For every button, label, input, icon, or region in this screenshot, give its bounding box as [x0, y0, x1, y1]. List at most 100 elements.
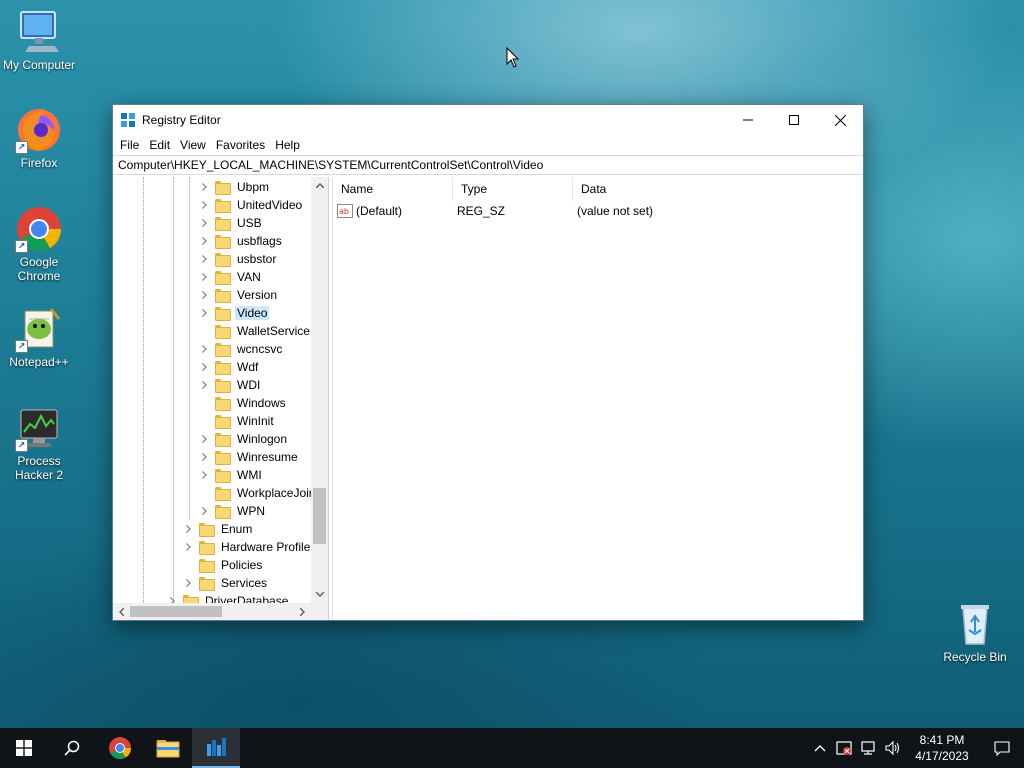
chevron-right-icon[interactable]: [199, 304, 209, 322]
menu-edit[interactable]: Edit: [144, 138, 175, 152]
tree-item[interactable]: Policies: [183, 556, 264, 574]
chevron-right-icon[interactable]: [199, 178, 209, 196]
tree-vertical-scrollbar[interactable]: [311, 177, 328, 603]
chevron-right-icon[interactable]: [199, 196, 209, 214]
tree-item[interactable]: Services: [183, 574, 269, 592]
taskbar: 8:41 PM 4/17/2023: [0, 728, 1024, 768]
registry-editor-icon: [207, 738, 226, 756]
taskbar-chrome-button[interactable]: [96, 728, 144, 768]
tree-item[interactable]: Enum: [183, 520, 254, 538]
desktop-icon-recycle-bin[interactable]: Recycle Bin: [936, 600, 1014, 664]
registry-editor-window[interactable]: Registry Editor File Edit View Favorites…: [112, 104, 864, 621]
clock[interactable]: 8:41 PM 4/17/2023: [904, 732, 980, 764]
tree-item[interactable]: WPN: [199, 502, 267, 520]
taskbar-file-explorer-button[interactable]: [144, 728, 192, 768]
tree-item[interactable]: WalletService: [199, 322, 311, 340]
security-status-button[interactable]: [832, 728, 856, 768]
chevron-right-icon[interactable]: [199, 448, 209, 466]
chevron-right-icon[interactable]: [199, 268, 209, 286]
tree-item[interactable]: usbstor: [199, 250, 278, 268]
scroll-left-icon[interactable]: [113, 603, 130, 620]
chevron-right-icon[interactable]: [183, 538, 193, 556]
title-bar[interactable]: Registry Editor: [113, 105, 863, 135]
scroll-up-icon[interactable]: [311, 177, 328, 194]
clock-date: 4/17/2023: [915, 749, 969, 763]
tree-item[interactable]: Winresume: [199, 448, 300, 466]
maximize-button[interactable]: [771, 105, 817, 135]
menu-bar: File Edit View Favorites Help: [113, 135, 863, 155]
chevron-right-icon[interactable]: [167, 592, 177, 603]
tree-item[interactable]: Winlogon: [199, 430, 289, 448]
address-bar[interactable]: Computer\HKEY_LOCAL_MACHINE\SYSTEM\Curre…: [113, 155, 863, 175]
desktop-icon-my-computer[interactable]: My Computer: [0, 8, 78, 72]
tree-item[interactable]: USB: [199, 214, 264, 232]
scroll-down-icon[interactable]: [311, 586, 328, 603]
search-button[interactable]: [48, 728, 96, 768]
desktop-icon-firefox[interactable]: ↗ Firefox: [0, 106, 78, 170]
chevron-right-icon[interactable]: [199, 358, 209, 376]
chevron-right-icon[interactable]: [199, 214, 209, 232]
tree-item[interactable]: usbflags: [199, 232, 284, 250]
chevron-right-icon[interactable]: [199, 376, 209, 394]
folder-icon: [215, 505, 231, 519]
tree-horizontal-scrollbar[interactable]: [113, 603, 311, 620]
action-center-button[interactable]: [980, 728, 1024, 768]
start-button[interactable]: [0, 728, 48, 768]
scroll-right-icon[interactable]: [294, 603, 311, 620]
chevron-right-icon[interactable]: [199, 430, 209, 448]
clock-time: 8:41 PM: [919, 733, 965, 747]
tree-item[interactable]: VAN: [199, 268, 263, 286]
maximize-icon: [789, 115, 799, 125]
tree-item[interactable]: Wdf: [199, 358, 260, 376]
chevron-right-icon[interactable]: [199, 466, 209, 484]
desktop-icon-google-chrome[interactable]: ↗ Google Chrome: [0, 205, 78, 283]
chevron-right-icon[interactable]: [199, 250, 209, 268]
volume-button[interactable]: [880, 728, 904, 768]
tree-item[interactable]: WMI: [199, 466, 264, 484]
desktop-icon-notepad-plus-plus[interactable]: ↗ Notepad++: [0, 305, 78, 369]
menu-favorites[interactable]: Favorites: [211, 138, 270, 152]
column-header-name[interactable]: Name: [333, 177, 453, 201]
value-row[interactable]: ab (Default) REG_SZ (value not set): [333, 201, 863, 221]
chevron-right-icon[interactable]: [183, 574, 193, 592]
menu-view[interactable]: View: [175, 138, 211, 152]
menu-help[interactable]: Help: [270, 138, 305, 152]
column-header-data[interactable]: Data: [573, 177, 773, 201]
folder-icon: [215, 307, 231, 321]
scroll-thumb[interactable]: [130, 606, 222, 617]
menu-file[interactable]: File: [115, 138, 144, 152]
show-hidden-icons-button[interactable]: [808, 728, 832, 768]
tree-item-label: Services: [221, 576, 268, 590]
scroll-thumb[interactable]: [313, 488, 326, 544]
close-button[interactable]: [817, 105, 863, 135]
tree-item[interactable]: Windows: [199, 394, 288, 412]
values-pane[interactable]: Name Type Data ab (Default) REG_SZ (valu…: [332, 177, 863, 620]
tree-item[interactable]: WDI: [199, 376, 262, 394]
key-tree-pane[interactable]: Ubpm UnitedVideo USB usbflags usbstor VAN Vers…: [113, 177, 329, 620]
tree-item[interactable]: wcncsvc: [199, 340, 284, 358]
minimize-button[interactable]: [725, 105, 771, 135]
tree-item[interactable]: UnitedVideo: [199, 196, 304, 214]
chevron-right-icon[interactable]: [183, 520, 193, 538]
tree-item[interactable]: WorkplaceJoin: [199, 484, 311, 502]
address-path[interactable]: Computer\HKEY_LOCAL_MACHINE\SYSTEM\Curre…: [118, 158, 543, 172]
tree-item[interactable]: Version: [199, 286, 279, 304]
tree-item[interactable]: Hardware Profiles: [183, 538, 311, 556]
desktop-icon-process-hacker[interactable]: ↗ Process Hacker 2: [0, 404, 78, 482]
folder-icon: [199, 577, 215, 591]
taskbar-registry-editor-button[interactable]: [192, 728, 240, 768]
column-header-type[interactable]: Type: [453, 177, 573, 201]
desktop-icon-label: Google Chrome: [17, 255, 61, 283]
chevron-right-icon[interactable]: [199, 502, 209, 520]
tree-item[interactable]: DriverDatabase: [167, 592, 290, 603]
tree-item[interactable]: Video: [199, 304, 270, 322]
value-type: REG_SZ: [457, 204, 506, 218]
chevron-right-icon[interactable]: [199, 340, 209, 358]
folder-icon: [183, 595, 199, 603]
chevron-right-icon[interactable]: [199, 286, 209, 304]
tree-item[interactable]: WinInit: [199, 412, 276, 430]
tree-item[interactable]: Ubpm: [199, 178, 271, 196]
key-tree[interactable]: Ubpm UnitedVideo USB usbflags usbstor VAN Vers…: [113, 177, 311, 603]
chevron-right-icon[interactable]: [199, 232, 209, 250]
network-button[interactable]: [856, 728, 880, 768]
